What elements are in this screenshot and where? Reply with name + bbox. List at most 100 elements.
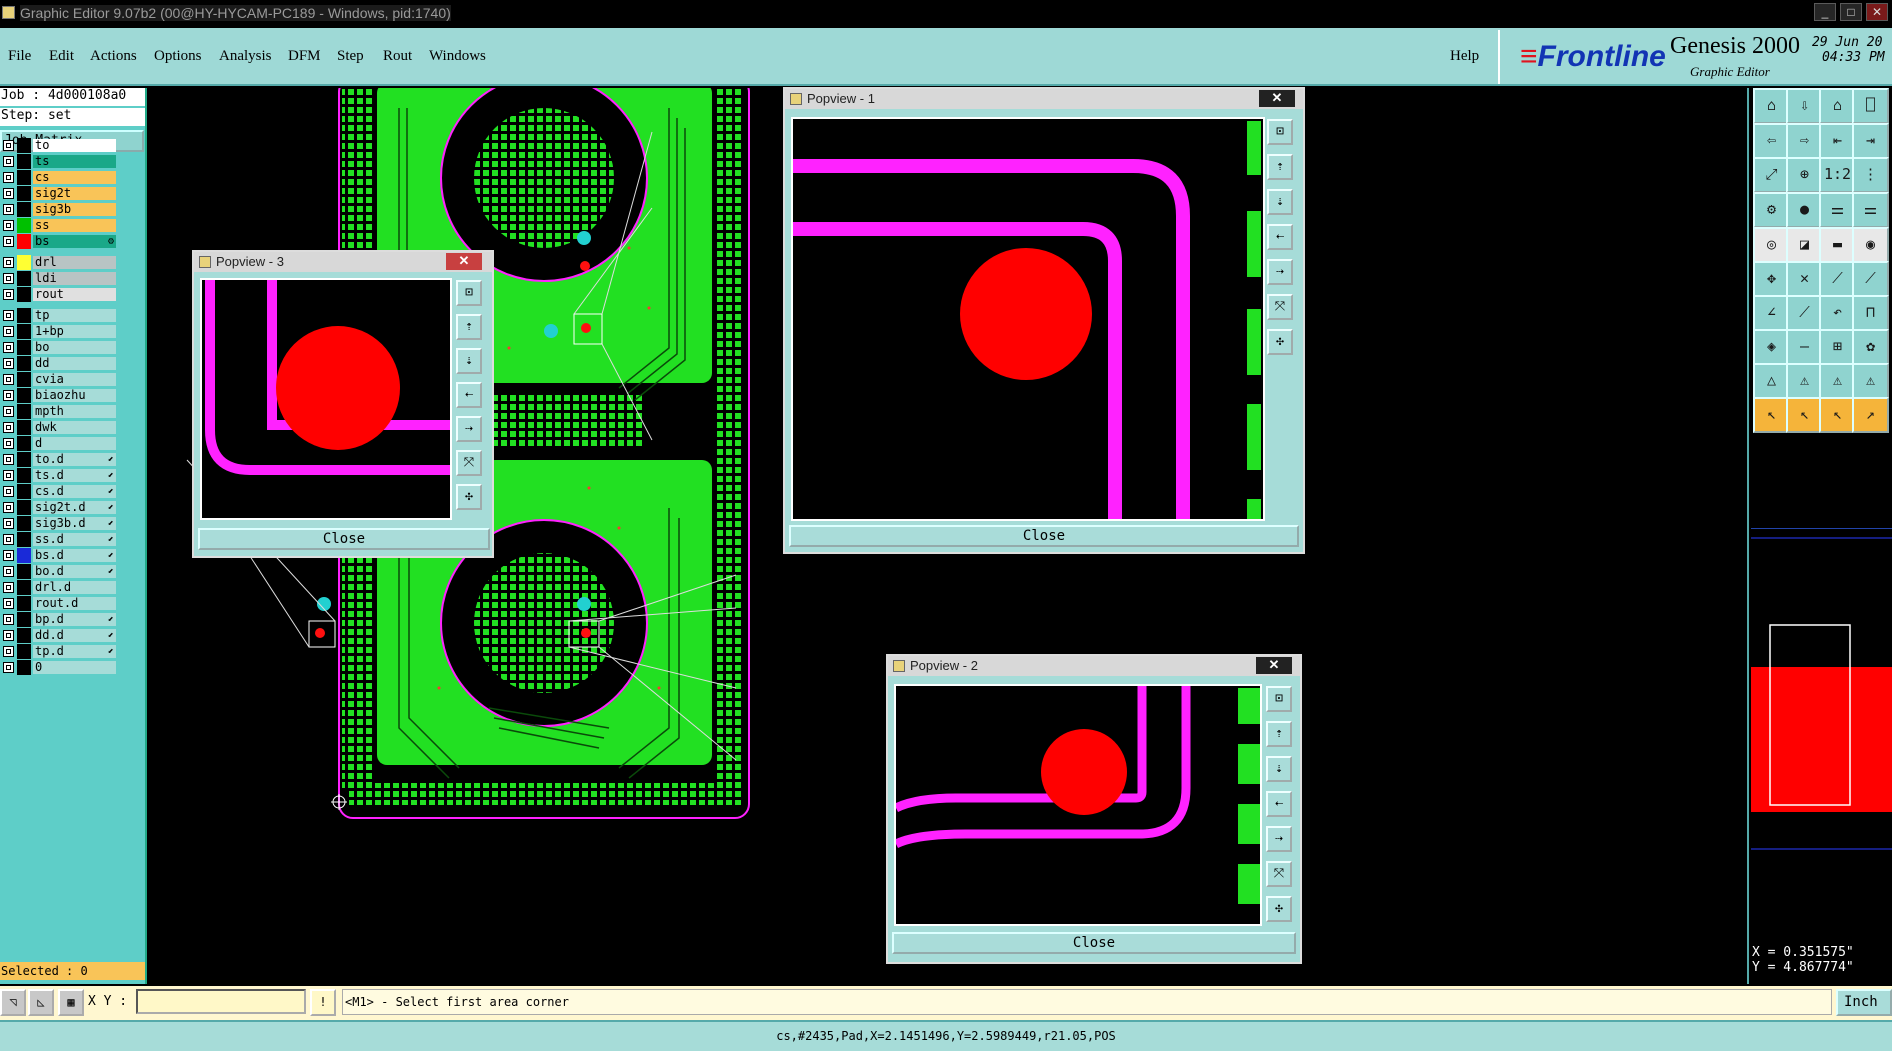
start-icon[interactable]: ⇤ [1819,123,1856,159]
layer-row-to-d[interactable]: to.d ⬋ [1,452,116,467]
menu-dfm[interactable]: DFM [288,48,321,65]
layer-row-sig2t[interactable]: sig2t [1,186,116,201]
menu-file[interactable]: File [8,48,31,65]
layer-color-swatch[interactable] [17,484,31,499]
layer-name[interactable]: ts [33,155,116,168]
layer-row-bo[interactable]: bo [1,340,116,355]
layer-name[interactable]: sig2t [33,187,116,200]
layer-row-ldi[interactable]: ldi [1,271,116,286]
layer-color-swatch[interactable] [17,170,31,185]
pointer2-icon[interactable]: ↖ [1786,397,1823,433]
cross-icon[interactable]: ✕ [1786,261,1823,297]
popview-3-titlebar[interactable]: Popview - 3 ✕ [194,252,492,272]
triangle-icon[interactable]: △ [1753,363,1790,399]
layer-checkbox[interactable] [3,534,14,545]
layer-color-swatch[interactable] [17,324,31,339]
end-icon[interactable]: ⇥ [1852,123,1889,159]
layer-checkbox[interactable] [3,486,14,497]
layer-name[interactable]: dd [33,357,116,370]
layer-name[interactable]: drl [33,256,116,269]
layer-name[interactable]: to.d ⬋ [33,453,116,466]
pad-icon[interactable]: ● [1786,192,1823,228]
layer-row-cvia[interactable]: cvia [1,372,116,387]
pan-down-icon[interactable]: ⇣ [456,348,482,374]
layer-row-tp-d[interactable]: tp.d ⬋ [1,644,116,659]
layer-checkbox[interactable] [3,289,14,300]
layer-checkbox[interactable] [3,598,14,609]
layer-row-bs-d[interactable]: bs.d ⬋ [1,548,116,563]
layer-row-mpth[interactable]: mpth [1,404,116,419]
layer-row-drl-d[interactable]: drl.d [1,580,116,595]
layer-color-swatch[interactable] [17,500,31,515]
menu-rout[interactable]: Rout [383,48,412,65]
layer-row-drl[interactable]: drl [1,255,116,270]
zoom-fit-icon[interactable]: ⤧ [1266,861,1292,887]
layer-color-swatch[interactable] [17,580,31,595]
line-icon[interactable]: ⟋ [1819,261,1856,297]
layer-checkbox[interactable] [3,236,14,247]
overview-map[interactable] [1751,528,1892,918]
layer-checkbox[interactable] [3,582,14,593]
more-icon[interactable]: ⋮ [1852,157,1889,193]
layer-color-swatch[interactable] [17,234,31,249]
layer-row-ts-d[interactable]: ts.d ⬋ [1,468,116,483]
layer-color-swatch[interactable] [17,308,31,323]
menu-analysis[interactable]: Analysis [219,48,272,65]
layer-checkbox[interactable] [3,566,14,577]
layer-row-sig3b[interactable]: sig3b [1,202,116,217]
layer-name[interactable]: bs.d ⬋ [33,549,116,562]
center-icon[interactable]: ✣ [1267,329,1293,355]
maximize-button[interactable]: □ [1840,3,1862,21]
layer-color-swatch[interactable] [17,532,31,547]
center-icon[interactable]: ✣ [1266,896,1292,922]
layer-name[interactable]: cs [33,171,116,184]
layer-name[interactable]: 0 [33,661,116,674]
layer-checkbox[interactable] [3,518,14,529]
layer-row-rout[interactable]: rout [1,287,116,302]
layer-checkbox[interactable] [3,310,14,321]
layer-checkbox[interactable] [3,630,14,641]
center-icon[interactable]: ✣ [456,484,482,510]
target-icon[interactable]: ◎ [1753,227,1790,263]
layer-row-dd[interactable]: dd [1,356,116,371]
layer-color-swatch[interactable] [17,468,31,483]
layer-checkbox[interactable] [3,550,14,561]
frame-icon[interactable]: ⎕ [1852,88,1889,124]
ruler-icon[interactable]: ◺ [28,989,54,1016]
layer-row-sig3b-d[interactable]: sig3b.d ⬋ [1,516,116,531]
layer-checkbox[interactable] [3,342,14,353]
layer-checkbox[interactable] [3,140,14,151]
layer-color-swatch[interactable] [17,202,31,217]
open-icon[interactable]: ⌂ [1819,88,1856,124]
layer-row-ss[interactable]: ss [1,218,116,233]
ruler-icon[interactable]: ▬ [1819,227,1856,263]
home-icon[interactable]: ⌂ [1753,88,1790,124]
layer-name[interactable]: rout.d [33,597,116,610]
fit-icon[interactable]: ⊡ [1267,119,1293,145]
layer-color-swatch[interactable] [17,218,31,233]
popview-3-close-button[interactable]: Close [198,528,490,550]
layer-checkbox[interactable] [3,358,14,369]
info-icon[interactable]: ! [310,989,336,1016]
layer-row-bs[interactable]: bs ⚙ [1,234,116,249]
grid-icon[interactable]: ▦ [58,989,84,1016]
fit-icon[interactable]: ⊡ [456,280,482,306]
layer-name[interactable]: sig2t.d ⬋ [33,501,116,514]
pin-icon[interactable]: ◈ [1753,329,1790,365]
layer-color-swatch[interactable] [17,660,31,675]
layer-row-ss-d[interactable]: ss.d ⬋ [1,532,116,547]
popview-2-x-button[interactable]: ✕ [1256,657,1292,674]
left-icon[interactable]: ⇦ [1753,123,1790,159]
layer-color-swatch[interactable] [17,548,31,563]
layer-name[interactable]: rout [33,288,116,301]
popview-1-view[interactable] [791,117,1265,521]
layer-color-swatch[interactable] [17,644,31,659]
pan-down-icon[interactable]: ⇣ [1266,756,1292,782]
layer-color-swatch[interactable] [17,436,31,451]
scale-icon[interactable]: 1:2 [1819,157,1856,193]
layer-color-swatch[interactable] [17,596,31,611]
pan-left-icon[interactable]: ⇠ [456,382,482,408]
node-icon[interactable]: ✥ [1753,261,1790,297]
layer-name[interactable]: ss.d ⬋ [33,533,116,546]
layer-name[interactable]: cs.d ⬋ [33,485,116,498]
